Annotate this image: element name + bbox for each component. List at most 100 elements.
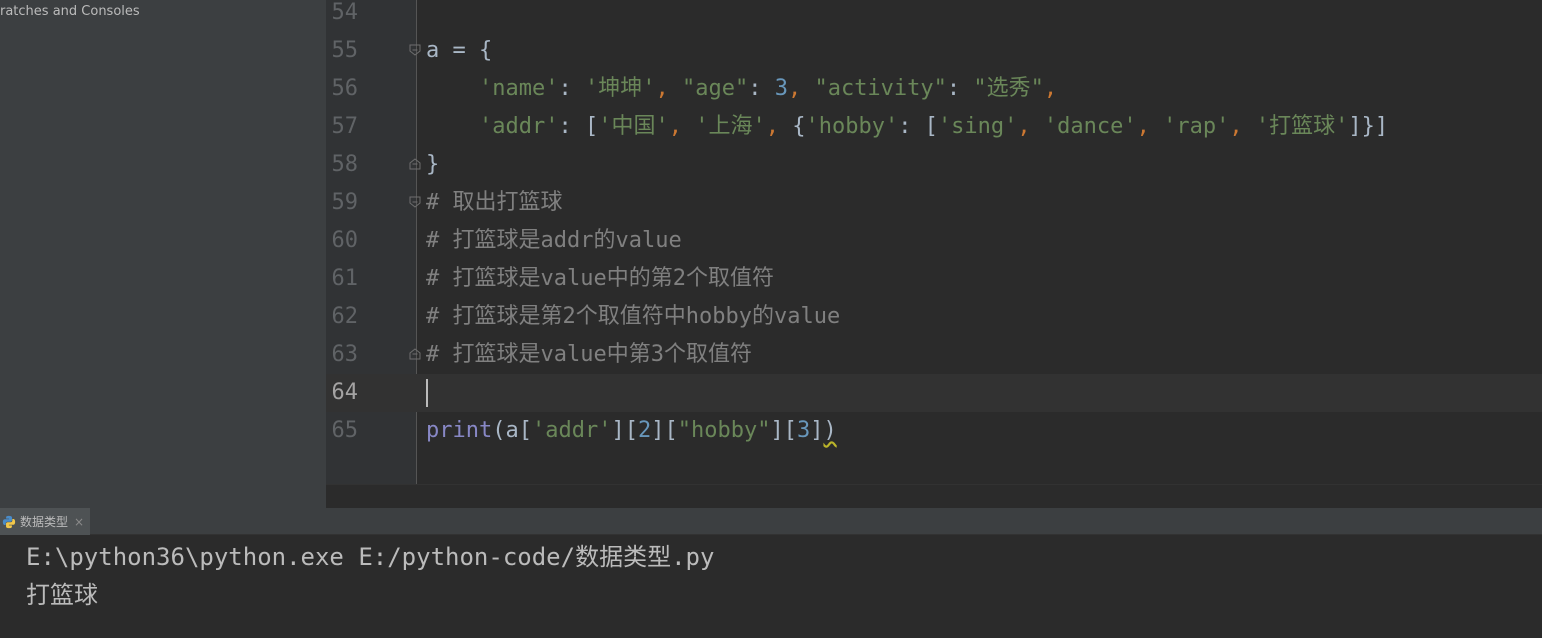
- line-number: 63: [331, 342, 359, 367]
- scratches-and-consoles-item[interactable]: ratches and Consoles: [0, 4, 320, 19]
- code-text: # 打篮球是value中的第2个取值符: [426, 260, 774, 298]
- python-icon: [2, 515, 16, 528]
- code-line[interactable]: 61 # 打篮球是value中的第2个取值符: [326, 260, 1542, 298]
- code-token: 'hobby': [805, 114, 899, 139]
- code-token: ,: [1229, 114, 1256, 139]
- code-token: 'sing': [937, 114, 1018, 139]
- line-number: 56: [331, 76, 359, 101]
- close-tab-icon[interactable]: ×: [74, 515, 84, 529]
- code-token: "hobby": [677, 418, 771, 443]
- line-number: 55: [331, 38, 359, 63]
- run-console-output[interactable]: E:\python36\python.exe E:/python-code/数据…: [0, 535, 1542, 638]
- code-token: 3: [774, 76, 788, 101]
- code-token: 'rap': [1163, 114, 1230, 139]
- code-token: ,: [655, 76, 682, 101]
- code-token: (a[: [492, 418, 532, 443]
- code-line[interactable]: 60 # 打篮球是addr的value: [326, 222, 1542, 260]
- console-command-line: E:\python36\python.exe E:/python-code/数据…: [26, 543, 715, 571]
- code-token: ][: [651, 418, 678, 443]
- code-line[interactable]: 63 # 打篮球是value中第3个取值符: [326, 336, 1542, 374]
- fold-end-icon[interactable]: [409, 348, 421, 360]
- code-line[interactable]: 62 # 打篮球是第2个取值符中hobby的value: [326, 298, 1542, 336]
- code-token: "activity": [814, 76, 947, 101]
- code-token: '打篮球': [1255, 114, 1349, 139]
- line-number: 61: [331, 266, 359, 291]
- code-token: ][: [770, 418, 797, 443]
- line-number: 60: [331, 228, 359, 253]
- code-text: 'name': '坤坤', "age": 3, "activity": "选秀"…: [426, 70, 1057, 108]
- code-token: ): [823, 418, 837, 443]
- console-output-line: 打篮球: [26, 581, 98, 609]
- code-text: # 打篮球是第2个取值符中hobby的value: [426, 298, 840, 336]
- fold-end-icon[interactable]: [409, 158, 421, 170]
- code-token: ][: [611, 418, 638, 443]
- fold-collapse-icon[interactable]: [409, 44, 421, 56]
- code-token: :: [558, 76, 585, 101]
- code-token: 'addr': [478, 114, 559, 139]
- run-tab-label: 数据类型: [20, 515, 69, 529]
- fold-collapse-icon[interactable]: [409, 196, 421, 208]
- code-line[interactable]: 64: [326, 374, 1542, 412]
- code-token: '坤坤': [584, 76, 656, 101]
- line-number: 57: [331, 114, 359, 139]
- code-token: ,: [1136, 114, 1164, 139]
- code-token: ,: [787, 76, 815, 101]
- code-token: "age": [681, 76, 749, 101]
- code-token: # 取出打篮球: [426, 190, 563, 215]
- line-number: 65: [331, 418, 359, 443]
- code-line[interactable]: 54: [326, 0, 1542, 32]
- code-token: ,: [1017, 114, 1044, 139]
- code-token: :: [946, 76, 974, 101]
- code-token: 'dance': [1043, 114, 1137, 139]
- code-token: 3: [796, 418, 811, 443]
- line-number: 62: [331, 304, 359, 329]
- code-text: print(a['addr'][2]["hobby"][3]): [426, 412, 837, 450]
- code-token: : [: [558, 114, 599, 139]
- code-token: # 打篮球是addr的value: [426, 228, 682, 253]
- code-token: 2: [637, 418, 652, 443]
- run-tab[interactable]: 数据类型 ×: [0, 508, 91, 535]
- code-text: # 取出打篮球: [426, 184, 563, 222]
- code-text: 'addr': ['中国', '上海', {'hobby': ['sing', …: [426, 108, 1388, 146]
- code-token: 'name': [478, 76, 559, 101]
- code-text: # 打篮球是value中第3个取值符: [426, 336, 752, 374]
- code-line[interactable]: 55 a = {: [326, 32, 1542, 70]
- code-token: # 打篮球是第2个取值符中hobby的value: [426, 304, 841, 329]
- code-token: # 打篮球是value中的第2个取值符: [426, 266, 774, 291]
- code-text: a = {: [426, 32, 492, 70]
- code-line[interactable]: 56 'name': '坤坤', "age": 3, "activity": "…: [326, 70, 1542, 108]
- code-token: {: [792, 114, 806, 139]
- text-cursor: [426, 379, 428, 407]
- code-text: # 打篮球是addr的value: [426, 222, 682, 260]
- code-token: :: [748, 76, 775, 101]
- code-line[interactable]: 57 'addr': ['中国', '上海', {'hobby': ['sing…: [326, 108, 1542, 146]
- code-token: print: [426, 418, 493, 443]
- code-token: ]: [810, 418, 824, 443]
- line-number: 54: [331, 0, 359, 25]
- ide-window: ratches and Consoles 54 55 a = { 56 'name':…: [0, 0, 1542, 638]
- code-line[interactable]: 58}: [326, 146, 1542, 184]
- code-token: : [: [898, 114, 938, 139]
- code-token: # 打篮球是value中第3个取值符: [426, 342, 752, 367]
- code-editor[interactable]: 54 55 a = { 56 'name': '坤坤', "age": 3, "act…: [326, 0, 1542, 484]
- code-token: "选秀": [973, 76, 1044, 101]
- line-number: 58: [331, 152, 359, 177]
- code-token: ,: [765, 114, 793, 139]
- code-token: a = {: [426, 38, 493, 63]
- editor-bottom-area: [326, 484, 1542, 508]
- code-token: ,: [668, 114, 696, 139]
- code-token: }: [426, 152, 440, 177]
- code-line[interactable]: 59 # 取出打篮球: [326, 184, 1542, 222]
- code-line[interactable]: 65 print(a['addr'][2]["hobby"][3]): [326, 412, 1542, 450]
- code-token: 'addr': [531, 418, 612, 443]
- code-text: }: [426, 146, 439, 184]
- project-panel: ratches and Consoles: [0, 0, 326, 508]
- line-number: 59: [331, 190, 359, 215]
- code-token: ,: [1043, 76, 1058, 101]
- code-token: ]}]: [1348, 114, 1389, 139]
- code-token: '上海': [695, 114, 766, 139]
- run-panel-header: 数据类型 ×: [0, 508, 1542, 535]
- code-token: '中国': [598, 114, 669, 139]
